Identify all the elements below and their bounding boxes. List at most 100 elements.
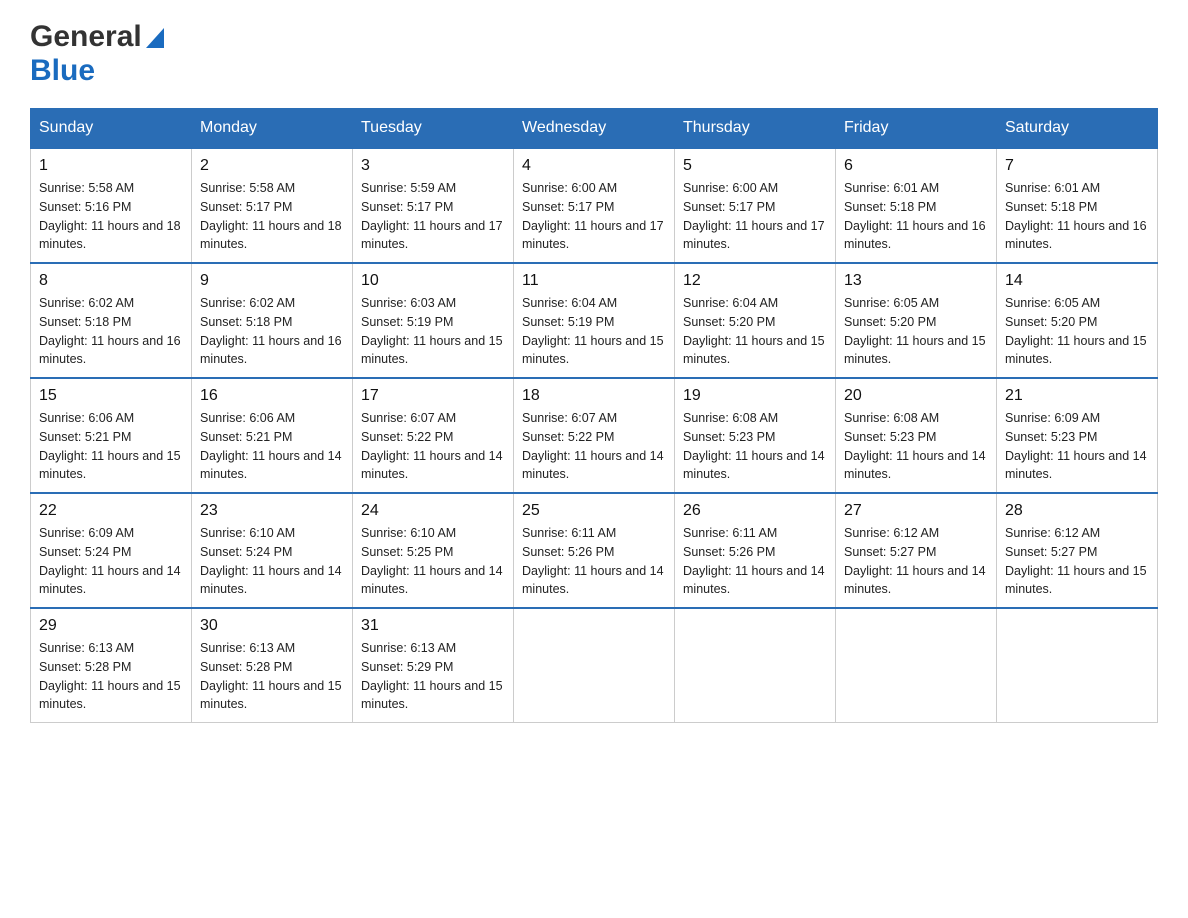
day-number-10: 10 [361,272,505,290]
day-info-14: Sunrise: 6:05 AMSunset: 5:20 PMDaylight:… [1005,294,1149,369]
day-info-10: Sunrise: 6:03 AMSunset: 5:19 PMDaylight:… [361,294,505,369]
week-row-3: 15 Sunrise: 6:06 AMSunset: 5:21 PMDayligh… [31,378,1158,493]
day-info-7: Sunrise: 6:01 AMSunset: 5:18 PMDaylight:… [1005,179,1149,254]
day-number-16: 16 [200,387,344,405]
day-info-5: Sunrise: 6:00 AMSunset: 5:17 PMDaylight:… [683,179,827,254]
calendar-header-row: SundayMondayTuesdayWednesdayThursdayFrid… [31,109,1158,149]
day-number-9: 9 [200,272,344,290]
day-header-thursday: Thursday [675,109,836,149]
empty-cell [997,608,1158,723]
day-cell-15: 15 Sunrise: 6:06 AMSunset: 5:21 PMDayligh… [31,378,192,493]
day-info-19: Sunrise: 6:08 AMSunset: 5:23 PMDaylight:… [683,409,827,484]
day-number-31: 31 [361,617,505,635]
day-info-22: Sunrise: 6:09 AMSunset: 5:24 PMDaylight:… [39,524,183,599]
day-info-31: Sunrise: 6:13 AMSunset: 5:29 PMDaylight:… [361,639,505,714]
day-header-sunday: Sunday [31,109,192,149]
day-info-17: Sunrise: 6:07 AMSunset: 5:22 PMDaylight:… [361,409,505,484]
day-cell-14: 14 Sunrise: 6:05 AMSunset: 5:20 PMDayligh… [997,263,1158,378]
day-number-24: 24 [361,502,505,520]
logo-blue-text: Blue [30,54,95,87]
logo-general-text: General [30,20,142,54]
day-cell-29: 29 Sunrise: 6:13 AMSunset: 5:28 PMDayligh… [31,608,192,723]
logo-triangle-icon [146,28,164,53]
day-number-15: 15 [39,387,183,405]
day-number-14: 14 [1005,272,1149,290]
week-row-5: 29 Sunrise: 6:13 AMSunset: 5:28 PMDayligh… [31,608,1158,723]
day-cell-24: 24 Sunrise: 6:10 AMSunset: 5:25 PMDayligh… [353,493,514,608]
empty-cell [675,608,836,723]
day-number-17: 17 [361,387,505,405]
day-number-4: 4 [522,157,666,175]
page-header: General Blue [30,20,1158,88]
calendar-table: SundayMondayTuesdayWednesdayThursdayFrid… [30,108,1158,723]
day-cell-12: 12 Sunrise: 6:04 AMSunset: 5:20 PMDayligh… [675,263,836,378]
day-number-3: 3 [361,157,505,175]
day-cell-31: 31 Sunrise: 6:13 AMSunset: 5:29 PMDayligh… [353,608,514,723]
day-info-24: Sunrise: 6:10 AMSunset: 5:25 PMDaylight:… [361,524,505,599]
logo: General Blue [30,20,164,88]
day-number-22: 22 [39,502,183,520]
day-cell-8: 8 Sunrise: 6:02 AMSunset: 5:18 PMDaylight… [31,263,192,378]
day-cell-2: 2 Sunrise: 5:58 AMSunset: 5:17 PMDaylight… [192,148,353,263]
week-row-4: 22 Sunrise: 6:09 AMSunset: 5:24 PMDayligh… [31,493,1158,608]
day-info-21: Sunrise: 6:09 AMSunset: 5:23 PMDaylight:… [1005,409,1149,484]
empty-cell [514,608,675,723]
day-info-27: Sunrise: 6:12 AMSunset: 5:27 PMDaylight:… [844,524,988,599]
day-number-27: 27 [844,502,988,520]
day-number-1: 1 [39,157,183,175]
day-cell-26: 26Sunrise: 6:11 AMSunset: 5:26 PMDayligh… [675,493,836,608]
day-info-30: Sunrise: 6:13 AMSunset: 5:28 PMDaylight:… [200,639,344,714]
day-info-1: Sunrise: 5:58 AMSunset: 5:16 PMDaylight:… [39,179,183,254]
day-cell-19: 19 Sunrise: 6:08 AMSunset: 5:23 PMDayligh… [675,378,836,493]
day-info-18: Sunrise: 6:07 AMSunset: 5:22 PMDaylight:… [522,409,666,484]
day-cell-6: 6 Sunrise: 6:01 AMSunset: 5:18 PMDaylight… [836,148,997,263]
day-info-16: Sunrise: 6:06 AMSunset: 5:21 PMDaylight:… [200,409,344,484]
day-info-12: Sunrise: 6:04 AMSunset: 5:20 PMDaylight:… [683,294,827,369]
day-number-8: 8 [39,272,183,290]
empty-cell [836,608,997,723]
day-info-2: Sunrise: 5:58 AMSunset: 5:17 PMDaylight:… [200,179,344,254]
day-info-6: Sunrise: 6:01 AMSunset: 5:18 PMDaylight:… [844,179,988,254]
day-info-26: Sunrise: 6:11 AMSunset: 5:26 PMDaylight:… [683,524,827,599]
day-cell-30: 30 Sunrise: 6:13 AMSunset: 5:28 PMDayligh… [192,608,353,723]
day-info-29: Sunrise: 6:13 AMSunset: 5:28 PMDaylight:… [39,639,183,714]
day-number-19: 19 [683,387,827,405]
day-cell-22: 22 Sunrise: 6:09 AMSunset: 5:24 PMDayligh… [31,493,192,608]
day-cell-17: 17 Sunrise: 6:07 AMSunset: 5:22 PMDayligh… [353,378,514,493]
day-number-7: 7 [1005,157,1149,175]
day-number-12: 12 [683,272,827,290]
day-number-13: 13 [844,272,988,290]
day-header-monday: Monday [192,109,353,149]
day-cell-7: 7 Sunrise: 6:01 AMSunset: 5:18 PMDaylight… [997,148,1158,263]
day-info-11: Sunrise: 6:04 AMSunset: 5:19 PMDaylight:… [522,294,666,369]
day-info-15: Sunrise: 6:06 AMSunset: 5:21 PMDaylight:… [39,409,183,484]
day-number-18: 18 [522,387,666,405]
day-info-28: Sunrise: 6:12 AMSunset: 5:27 PMDaylight:… [1005,524,1149,599]
day-cell-9: 9 Sunrise: 6:02 AMSunset: 5:18 PMDaylight… [192,263,353,378]
day-number-29: 29 [39,617,183,635]
day-cell-18: 18 Sunrise: 6:07 AMSunset: 5:22 PMDayligh… [514,378,675,493]
day-number-11: 11 [522,272,666,290]
day-cell-27: 27 Sunrise: 6:12 AMSunset: 5:27 PMDayligh… [836,493,997,608]
day-cell-25: 25Sunrise: 6:11 AMSunset: 5:26 PMDayligh… [514,493,675,608]
day-number-2: 2 [200,157,344,175]
day-number-20: 20 [844,387,988,405]
day-info-8: Sunrise: 6:02 AMSunset: 5:18 PMDaylight:… [39,294,183,369]
day-info-23: Sunrise: 6:10 AMSunset: 5:24 PMDaylight:… [200,524,344,599]
day-cell-5: 5Sunrise: 6:00 AMSunset: 5:17 PMDaylight… [675,148,836,263]
day-number-25: 25 [522,502,666,520]
day-number-23: 23 [200,502,344,520]
day-cell-11: 11 Sunrise: 6:04 AMSunset: 5:19 PMDayligh… [514,263,675,378]
day-info-13: Sunrise: 6:05 AMSunset: 5:20 PMDaylight:… [844,294,988,369]
week-row-1: 1 Sunrise: 5:58 AMSunset: 5:16 PMDaylight… [31,148,1158,263]
day-info-20: Sunrise: 6:08 AMSunset: 5:23 PMDaylight:… [844,409,988,484]
day-cell-21: 21Sunrise: 6:09 AMSunset: 5:23 PMDayligh… [997,378,1158,493]
day-cell-13: 13 Sunrise: 6:05 AMSunset: 5:20 PMDayligh… [836,263,997,378]
day-cell-23: 23 Sunrise: 6:10 AMSunset: 5:24 PMDayligh… [192,493,353,608]
day-info-3: Sunrise: 5:59 AMSunset: 5:17 PMDaylight:… [361,179,505,254]
day-header-friday: Friday [836,109,997,149]
day-number-30: 30 [200,617,344,635]
day-number-6: 6 [844,157,988,175]
day-info-9: Sunrise: 6:02 AMSunset: 5:18 PMDaylight:… [200,294,344,369]
day-header-tuesday: Tuesday [353,109,514,149]
